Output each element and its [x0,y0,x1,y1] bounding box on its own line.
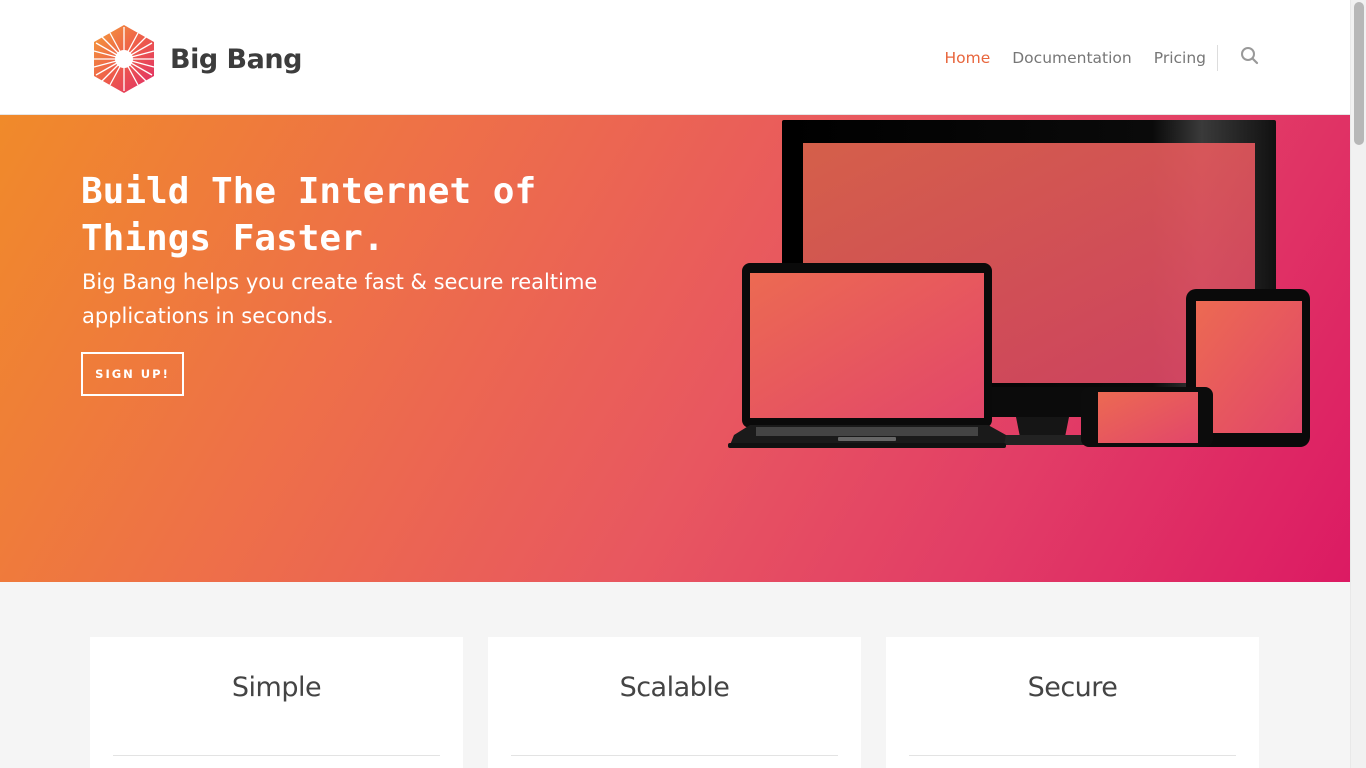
feature-card-scalable: Scalable [488,637,861,768]
devices-illustration [728,120,1310,448]
feature-card-simple: Simple [90,637,463,768]
nav-item-pricing[interactable]: Pricing [1154,49,1206,67]
card-divider [909,755,1236,756]
big-bang-logo-icon [93,25,155,93]
card-divider [113,755,440,756]
brand-logo[interactable]: Big Bang [92,23,302,95]
nav-item-documentation[interactable]: Documentation [1012,49,1132,67]
feature-title: Simple [231,672,322,703]
feature-title: Secure [1027,672,1118,703]
nav-item-home[interactable]: Home [944,49,990,67]
main-nav: Home Documentation Pricing [922,44,1260,72]
brand-name: Big Bang [170,43,302,75]
nav-divider [1217,45,1218,71]
feature-card-secure: Secure [886,637,1259,768]
card-divider [511,755,838,756]
feature-title: Scalable [619,672,730,703]
hero-subtitle: Big Bang helps you create fast & secure … [82,270,598,328]
search-icon[interactable] [1240,46,1260,66]
hero-title: Build The Internet of Things Faster. [81,171,537,259]
scrollbar-thumb[interactable] [1354,2,1364,145]
hero-section: Build The Internet of Things Faster. Big… [0,115,1350,582]
sign-up-button[interactable]: SIGN UP! [81,352,184,396]
site-header: Big Bang Home Documentation Pricing [0,0,1350,115]
page-scrollbar[interactable] [1350,0,1366,768]
